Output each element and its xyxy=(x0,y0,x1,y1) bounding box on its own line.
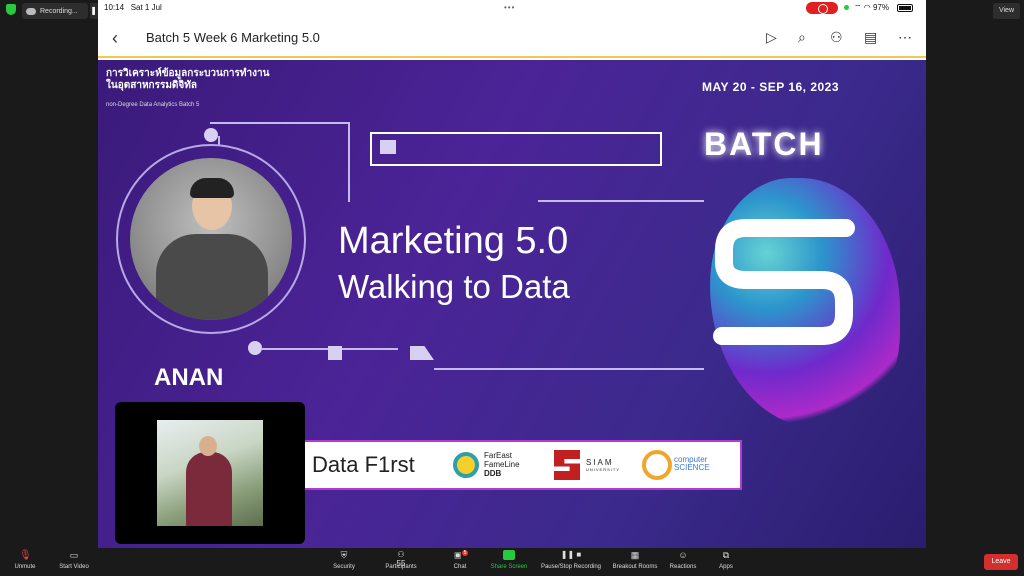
pause-stop-icon: ❚❚ ■ xyxy=(560,550,582,559)
security-button[interactable]: ⛨ Security xyxy=(330,550,358,570)
add-person-icon[interactable]: ⚇ xyxy=(830,29,843,46)
view-button[interactable]: View xyxy=(992,3,1020,19)
status-time: 10:14 Sat 1 Jul xyxy=(104,3,162,12)
data-first-logo: Data F1rst xyxy=(312,452,415,477)
unmute-label: Unmute xyxy=(14,564,36,570)
headline-walking: Walking to Data xyxy=(338,268,570,305)
search-icon[interactable]: ⌕ xyxy=(798,29,806,46)
decorative-square xyxy=(328,346,342,360)
leave-button[interactable]: Leave xyxy=(984,554,1018,570)
reactions-label: Reactions xyxy=(669,564,697,570)
speaker-photo xyxy=(130,158,292,320)
multitask-dots-icon[interactable]: ••• xyxy=(504,3,515,12)
play-icon[interactable]: ▷ xyxy=(766,29,777,46)
thai-title: การวิเคราะห์ข้อมูลกระบวนการทำงาน ในอุตสา… xyxy=(106,68,270,91)
siam-logo-icon xyxy=(554,450,580,480)
speaker-name: ANAN xyxy=(154,364,224,391)
pause-recording-label: Pause/Stop Recording xyxy=(540,564,602,570)
circuit-dot xyxy=(204,128,218,142)
recording-label: Recording... xyxy=(40,7,78,15)
recording-indicator[interactable]: Recording... xyxy=(22,3,88,19)
share-screen-button[interactable]: Share Screen xyxy=(488,550,530,570)
apps-icon: ⧉ xyxy=(722,550,730,560)
reactions-button[interactable]: ☺ Reactions xyxy=(668,550,698,570)
share-screen-label: Share Screen xyxy=(490,564,528,570)
chat-icon: ▣ 5 xyxy=(454,550,469,560)
back-arrow-icon[interactable]: ‹ xyxy=(112,28,118,49)
circuit-line xyxy=(210,122,350,124)
batch-number-graphic: 5 xyxy=(706,210,855,345)
decorative-shape xyxy=(410,346,434,360)
slide-subtitle: non-Degree Data Analytics Batch 5 xyxy=(106,102,200,108)
security-shield-icon xyxy=(6,4,16,15)
participants-label: Participants xyxy=(385,564,417,570)
apps-label: Apps xyxy=(719,564,733,570)
date-range: MAY 20 - SEP 16, 2023 xyxy=(702,80,840,94)
self-view-head xyxy=(199,436,217,456)
decorative-bar xyxy=(370,132,662,166)
screen-record-icon xyxy=(806,2,838,14)
fareast-logo-icon xyxy=(453,452,479,478)
microphone-muted-icon: 🎙 xyxy=(19,550,32,561)
more-options-icon[interactable]: ⋯ xyxy=(898,29,912,46)
circuit-line xyxy=(348,122,350,202)
pause-stop-recording-button[interactable]: ❚❚ ■ Pause/Stop Recording xyxy=(538,550,604,570)
chat-button[interactable]: ▣ 5 Chat xyxy=(450,550,470,570)
camera-off-icon: ▭ xyxy=(69,550,79,560)
circuit-dot xyxy=(248,341,262,355)
grid-icon: ▦ xyxy=(630,550,640,560)
self-view-person xyxy=(186,452,232,526)
tablet-status-bar: 10:14 Sat 1 Jul ••• ⌔ ◠ 97% xyxy=(98,0,926,16)
unmute-button[interactable]: 🎙 Unmute xyxy=(10,550,40,570)
apps-button[interactable]: ⧉ Apps xyxy=(716,550,736,570)
siam-logo-text: SIAM UNIVERSITY xyxy=(586,458,621,472)
start-video-label: Start Video xyxy=(59,564,89,570)
breakout-rooms-button[interactable]: ▦ Breakout Rooms xyxy=(610,550,660,570)
batch-label: BATCH xyxy=(704,126,824,162)
circuit-line xyxy=(434,368,704,370)
breakout-label: Breakout Rooms xyxy=(612,564,658,570)
leave-label: Leave xyxy=(991,558,1011,565)
share-screen-icon xyxy=(503,550,515,560)
status-battery-text: ⌔ ◠ 97% xyxy=(854,3,889,12)
batch-number: 5 xyxy=(706,210,715,214)
fareast-logo-text: FarEast FameLine DDB xyxy=(484,451,520,478)
participants-icon: ⚇ 55 xyxy=(396,550,406,568)
participants-button[interactable]: ⚇ 55 Participants xyxy=(382,550,420,570)
comment-icon[interactable]: ▤ xyxy=(864,29,877,46)
headline-marketing: Marketing 5.0 xyxy=(338,220,569,262)
cs-logo-text: computer SCIENCE xyxy=(674,455,710,472)
battery-icon xyxy=(897,4,913,12)
decorative-bar-fill xyxy=(380,140,396,154)
shield-icon: ⛨ xyxy=(340,550,348,560)
security-label: Security xyxy=(333,564,355,570)
chat-label: Chat xyxy=(453,564,467,570)
page-title: Batch 5 Week 6 Marketing 5.0 xyxy=(146,30,320,45)
view-label: View xyxy=(998,7,1014,14)
cs-logo-icon xyxy=(642,450,672,480)
cloud-icon xyxy=(26,7,36,15)
app-bar: ‹ Batch 5 Week 6 Marketing 5.0 ▷ ⌕ ⚇ ▤ ⋯ xyxy=(98,18,926,58)
smiley-icon: ☺ xyxy=(678,550,688,560)
start-video-button[interactable]: ▭ Start Video xyxy=(56,550,92,570)
circuit-line xyxy=(538,200,704,202)
camera-indicator-icon xyxy=(844,5,849,10)
